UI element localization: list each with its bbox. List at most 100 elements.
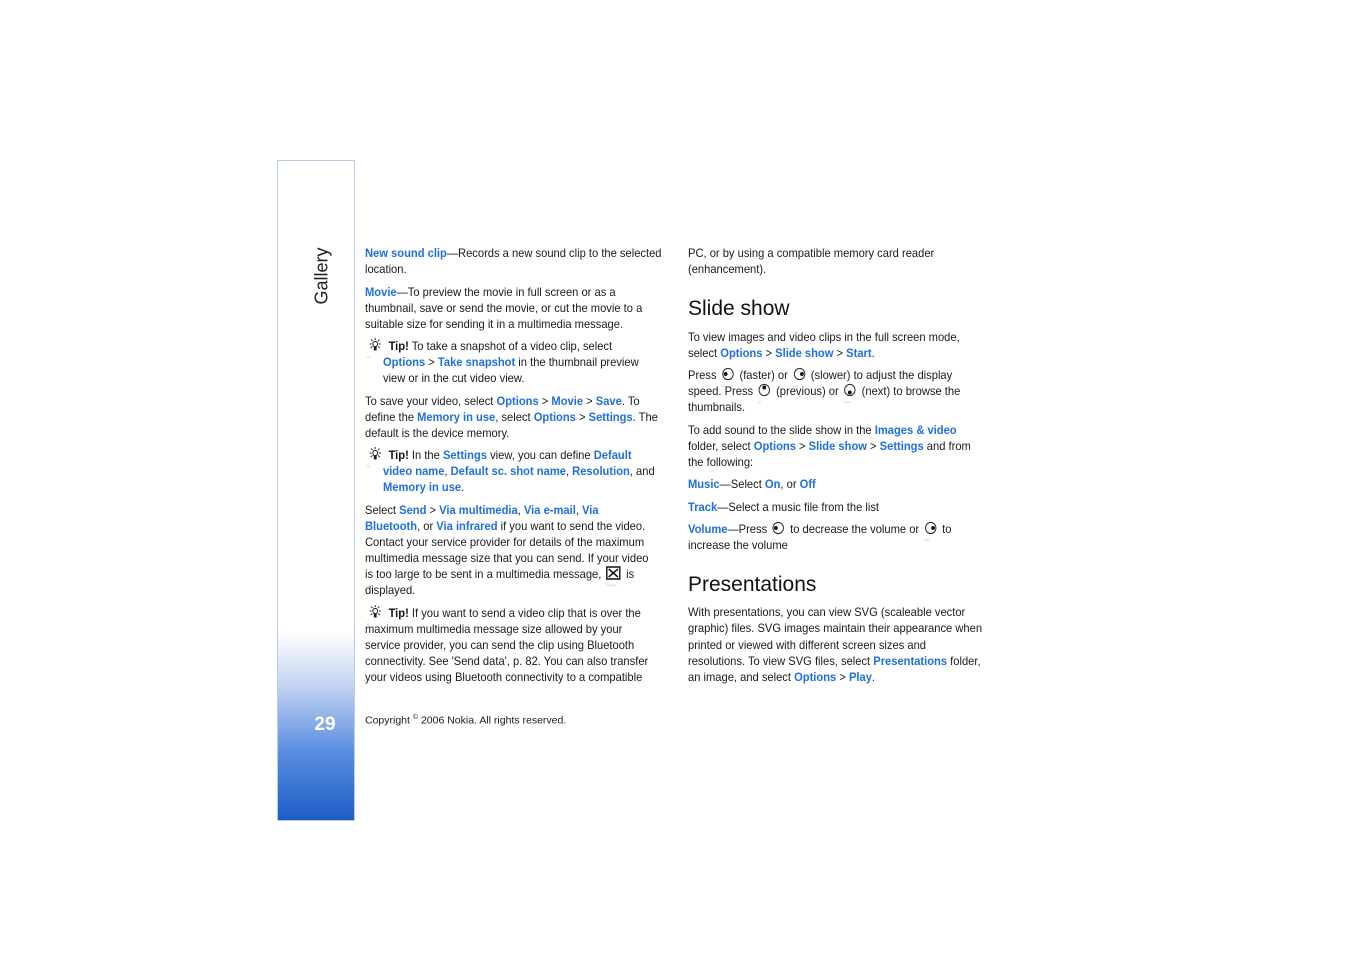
message-too-large-icon: toolarge	[606, 566, 621, 587]
icon-token: tip	[366, 464, 370, 468]
text-run: is too large to be sent in a multimedia …	[365, 567, 605, 581]
text-run: With presentations, you can view SVG (sc…	[688, 605, 966, 619]
text-run: an image, and select	[688, 670, 795, 684]
text-line: default is the device memory.	[365, 425, 509, 441]
text-run: graphic) files. SVG images maintain thei…	[688, 621, 983, 635]
text-line: define the Memory in use, select Options…	[365, 409, 658, 425]
text-run: (next) to browse the	[858, 384, 961, 398]
menu-term-link: Slide show	[775, 346, 834, 360]
menu-term-link: Default	[593, 448, 632, 462]
text-run: printed or viewed with different screen …	[688, 638, 927, 652]
text-run: —Select a music file from the list	[717, 500, 880, 514]
text-line: Options > Take snapshot in the thumbnail…	[383, 354, 639, 370]
footer-suffix: 2006 Nokia. All rights reserved.	[418, 714, 567, 727]
text-line: select Options > Slide show > Start.	[688, 345, 875, 361]
menu-term-link: Resolution	[572, 464, 630, 478]
text-run: >	[583, 394, 596, 408]
text-line: connectivity. See 'Send data', p. 82. Yo…	[365, 653, 648, 669]
text-line: your videos using Bluetooth connectivity…	[365, 669, 642, 685]
menu-term-link: Settings	[879, 439, 924, 453]
text-line: multimedia message size that you can sen…	[365, 550, 648, 566]
text-run: service provider, you can send the clip …	[365, 638, 635, 652]
text-run: speed. Press	[688, 384, 757, 398]
text-run: Select	[365, 503, 400, 517]
text-run: view, you can define	[486, 448, 594, 462]
text-line: thumbnail, save or send the movie, or cu…	[365, 300, 642, 316]
menu-term-link: Slide show	[808, 439, 867, 453]
text-line: view or in the cut video view.	[383, 370, 524, 386]
text-run: location.	[365, 262, 407, 276]
text-run: your videos using Bluetooth connectivity…	[365, 670, 643, 684]
icon-token: right	[924, 538, 930, 542]
menu-term-link: Volume	[688, 522, 728, 536]
text-run: maximum multimedia message size allowed …	[365, 622, 623, 636]
menu-term-link: Settings	[588, 410, 633, 424]
menu-term-link: On	[764, 477, 781, 491]
text-run: multimedia message size that you can sen…	[365, 551, 649, 565]
text-run: —To preview the movie in full screen or …	[396, 285, 616, 299]
heading-presentations: Presentations	[688, 573, 817, 596]
text-line: New sound clip—Records a new sound clip …	[365, 245, 661, 261]
text-run: to	[938, 522, 952, 536]
text-run: >	[575, 410, 589, 424]
menu-term-link: Options	[720, 346, 763, 360]
text-line: video name, Default sc. shot name, Resol…	[383, 463, 655, 479]
text-run: >	[795, 439, 809, 453]
text-run: . The	[632, 410, 658, 424]
text-run: , and	[629, 464, 655, 478]
menu-term-link: Start	[846, 346, 872, 360]
menu-term-link: Options	[496, 394, 539, 408]
text-run: displayed.	[365, 583, 416, 597]
text-line: (enhancement).	[688, 261, 766, 277]
copyright-footer: Copyright © 2006 Nokia. All rights reser…	[365, 714, 566, 727]
text-run: To view images and video clips in the fu…	[688, 330, 960, 344]
joystick-up-icon: up	[758, 383, 771, 404]
menu-term-link: Memory in use	[383, 480, 462, 494]
heading-slide-show: Slide show	[688, 297, 790, 320]
menu-term-link: Images & video	[874, 423, 957, 437]
text-run: .	[461, 480, 465, 494]
text-line: an image, and select Options > Play.	[688, 669, 875, 685]
text-run: >	[762, 346, 776, 360]
text-run: >	[426, 503, 440, 517]
text-line: Memory in use.	[383, 479, 464, 495]
text-line: resolutions. To view SVG files, select P…	[688, 653, 981, 669]
menu-term-link: Default sc. shot name	[450, 464, 566, 478]
menu-term-link: Via	[582, 503, 599, 517]
text-line: displayed.	[365, 582, 415, 598]
text-run: (faster) or	[736, 368, 791, 382]
tip-label: Tip!	[388, 339, 409, 353]
text-run: resolutions. To view SVG files, select	[688, 654, 874, 668]
text-run: —Select	[719, 477, 765, 491]
menu-term-link: New sound clip	[365, 246, 447, 260]
text-run: >	[425, 355, 438, 369]
text-run: In the	[408, 448, 443, 462]
text-line: location.	[365, 261, 407, 277]
text-run: .	[871, 670, 876, 684]
text-run: —Press	[727, 522, 771, 536]
text-run: (slower) to adjust the display	[807, 368, 953, 382]
tip-label: Tip!	[388, 606, 409, 620]
tip-label: Tip!	[388, 448, 409, 462]
text-run: if you want to send the video.	[497, 519, 646, 533]
icon-token: tip	[366, 355, 370, 359]
text-run: to decrease the volume or	[787, 522, 923, 536]
text-line: suitable size for sending it in a multim…	[365, 316, 623, 332]
text-run: view or in the cut video view.	[383, 371, 525, 385]
text-line: To save your video, select Options > Mov…	[365, 393, 640, 409]
text-run: thumbnail, save or send the movie, or cu…	[365, 301, 643, 315]
text-run: >	[866, 439, 880, 453]
text-line: With presentations, you can view SVG (sc…	[688, 604, 965, 620]
text-run: , or	[417, 519, 437, 533]
menu-term-link: Bluetooth	[365, 519, 418, 533]
text-run: (enhancement).	[688, 262, 767, 276]
menu-term-link: Save	[595, 394, 622, 408]
menu-term-link: Options	[753, 439, 796, 453]
icon-token: toolarge	[606, 583, 617, 587]
text-run: thumbnails.	[688, 400, 746, 414]
menu-term-link: Via multimedia	[439, 503, 518, 517]
text-run: and from	[923, 439, 971, 453]
menu-term-link: Presentations	[873, 654, 948, 668]
text-run: connectivity. See 'Send data', p. 82. Yo…	[365, 654, 649, 668]
menu-term-link: Options	[383, 355, 426, 369]
